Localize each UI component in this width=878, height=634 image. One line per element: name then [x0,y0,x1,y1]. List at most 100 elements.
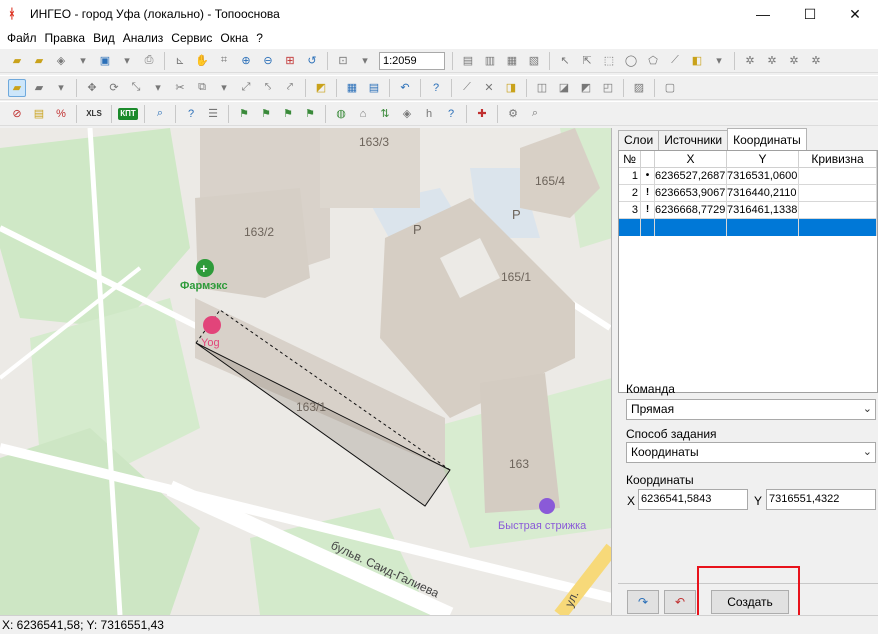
style-icon[interactable]: ◧ [688,52,706,70]
cell-curvature[interactable] [799,185,877,202]
help-select-icon[interactable]: ? [427,79,445,97]
paste-icon[interactable]: ◩ [312,79,330,97]
query-icon[interactable]: ? [182,105,200,123]
scale-icon[interactable]: ⊡ [334,52,352,70]
yoga-icon[interactable] [203,316,221,334]
dropdown-arrow-icon[interactable]: ▾ [149,79,167,97]
select-vertex-icon[interactable]: ⇱ [578,52,596,70]
undo-icon[interactable]: ↶ [396,79,414,97]
zoom-previous-icon[interactable]: ↺ [303,52,321,70]
print-icon[interactable]: ⎙ [140,52,158,70]
copy-attribute-icon[interactable]: ▥ [481,52,499,70]
zoom-window-icon[interactable]: ⌗ [215,52,233,70]
map-canvas[interactable]: 163/3 165/4 163/2 165/1 163/1 163 P P + … [0,128,612,615]
vertex-delete-icon[interactable]: ⤤ [281,79,299,97]
settings-icon[interactable]: ⚙ [504,105,522,123]
globe-icon[interactable]: ◍ [332,105,350,123]
attribute-icon[interactable]: ▤ [459,52,477,70]
vertex-move-icon[interactable]: ⤣ [259,79,277,97]
cell-y[interactable]: 7316440,2110 [727,185,799,202]
maximize-button[interactable]: ☐ [787,0,833,28]
menu-analysis[interactable]: Анализ [119,31,168,45]
select-circle-icon[interactable]: ◯ [622,52,640,70]
create-object-icon[interactable]: ▰ [8,78,26,97]
dropdown-arrow-icon[interactable]: ▾ [52,79,70,97]
inspect-icon[interactable]: ⌕ [526,105,544,123]
edit-object-icon[interactable]: ▰ [30,79,48,97]
col-curvature[interactable]: Кривизна [799,151,877,168]
coordinates-grid[interactable]: № X Y Кривизна 1 • 6236527,2687 7316531,… [618,150,878,393]
menu-edit[interactable]: Правка [41,31,90,45]
medical-cross-icon[interactable]: ✚ [473,105,491,123]
snap-node-icon[interactable]: ✲ [763,52,781,70]
cell-y[interactable] [727,219,799,236]
select-polygon-icon[interactable]: ⬠ [644,52,662,70]
flag-route-icon[interactable]: ⚑ [257,105,275,123]
flag-edit-icon[interactable]: ⚑ [301,105,319,123]
vertex-add-icon[interactable]: ⤢ [237,79,255,97]
open-folder-icon[interactable]: ▰ [8,52,26,70]
diamond-icon[interactable]: ◈ [398,105,416,123]
menu-file[interactable]: Файл [3,31,41,45]
table-row[interactable]: 1 • 6236527,2687 7316531,0600 [619,168,877,185]
zoom-extent-icon[interactable]: ⊞ [281,52,299,70]
undo-button[interactable]: ↶ [664,590,696,614]
merge-icon[interactable]: ⧉ [193,79,211,97]
cell-y[interactable]: 7316461,1338 [727,202,799,219]
difference-icon[interactable]: ◩ [577,79,595,97]
intersect-icon[interactable]: ◪ [555,79,573,97]
select-line-icon[interactable]: ⟋ [666,52,684,70]
command-select[interactable]: Прямая ⌄ [626,399,876,420]
delete-icon[interactable]: ✕ [480,79,498,97]
cell-x[interactable]: 6236527,2687 [655,168,727,185]
hatch-icon[interactable]: ▨ [630,79,648,97]
form-icon[interactable]: ▤ [365,79,383,97]
x-coordinate-input[interactable]: 6236541,5843 [638,489,748,510]
cell-curvature[interactable] [799,202,877,219]
minimize-button[interactable]: — [740,0,786,28]
open-map-icon[interactable]: ▰ [30,52,48,70]
cell-x[interactable] [655,219,727,236]
col-x[interactable]: X [655,151,727,168]
snap-icon[interactable]: ✲ [741,52,759,70]
preview-icon[interactable]: ▣ [96,52,114,70]
close-button[interactable]: ✕ [832,0,878,28]
layers-icon[interactable]: ◈ [52,52,70,70]
house-icon[interactable]: ⌂ [354,105,372,123]
route-icon[interactable]: ⇅ [376,105,394,123]
measure-icon[interactable]: ⊾ [171,52,189,70]
dropdown-arrow-icon[interactable]: ▾ [118,52,136,70]
method-select[interactable]: Координаты ⌄ [626,442,876,463]
cell-x[interactable]: 6236653,9067 [655,185,727,202]
cell-curvature[interactable] [799,219,877,236]
col-number[interactable]: № [619,151,641,168]
table-row-new[interactable] [619,219,877,236]
flag-icon[interactable]: ⚑ [235,105,253,123]
zoom-out-icon[interactable]: ⊖ [259,52,277,70]
report-icon[interactable]: ▧ [525,52,543,70]
menu-windows[interactable]: Окна [216,31,252,45]
frame-icon[interactable]: ▢ [661,79,679,97]
table-row[interactable]: 3 ! 6236668,7729 7316461,1338 [619,202,877,219]
redo-button[interactable]: ↷ [627,590,659,614]
map-view[interactable]: 163/3 165/4 163/2 165/1 163/1 163 P P + … [0,128,612,615]
union-icon[interactable]: ◫ [533,79,551,97]
menu-view[interactable]: Вид [89,31,119,45]
cell-y[interactable]: 7316531,0600 [727,168,799,185]
percent-icon[interactable]: % [52,105,70,123]
snap-center-icon[interactable]: ✲ [807,52,825,70]
cell-curvature[interactable] [799,168,877,185]
dropdown-arrow-icon[interactable]: ▾ [215,79,233,97]
snap-edge-icon[interactable]: ✲ [785,52,803,70]
zoom-in-icon[interactable]: ⊕ [237,52,255,70]
y-coordinate-input[interactable]: 7316551,4322 [766,489,876,510]
table-row[interactable]: 2 ! 6236653,9067 7316440,2110 [619,185,877,202]
search-icon[interactable]: ⌕ [151,105,169,123]
flag-point-icon[interactable]: ⚑ [279,105,297,123]
copy-object-icon[interactable]: ◨ [502,79,520,97]
scale-object-icon[interactable]: ⤡ [127,79,145,97]
cell-x[interactable]: 6236668,7729 [655,202,727,219]
pan-hand-icon[interactable]: ✋ [193,52,211,70]
menu-help[interactable]: ? [252,31,267,45]
report-list-icon[interactable]: ☰ [204,105,222,123]
